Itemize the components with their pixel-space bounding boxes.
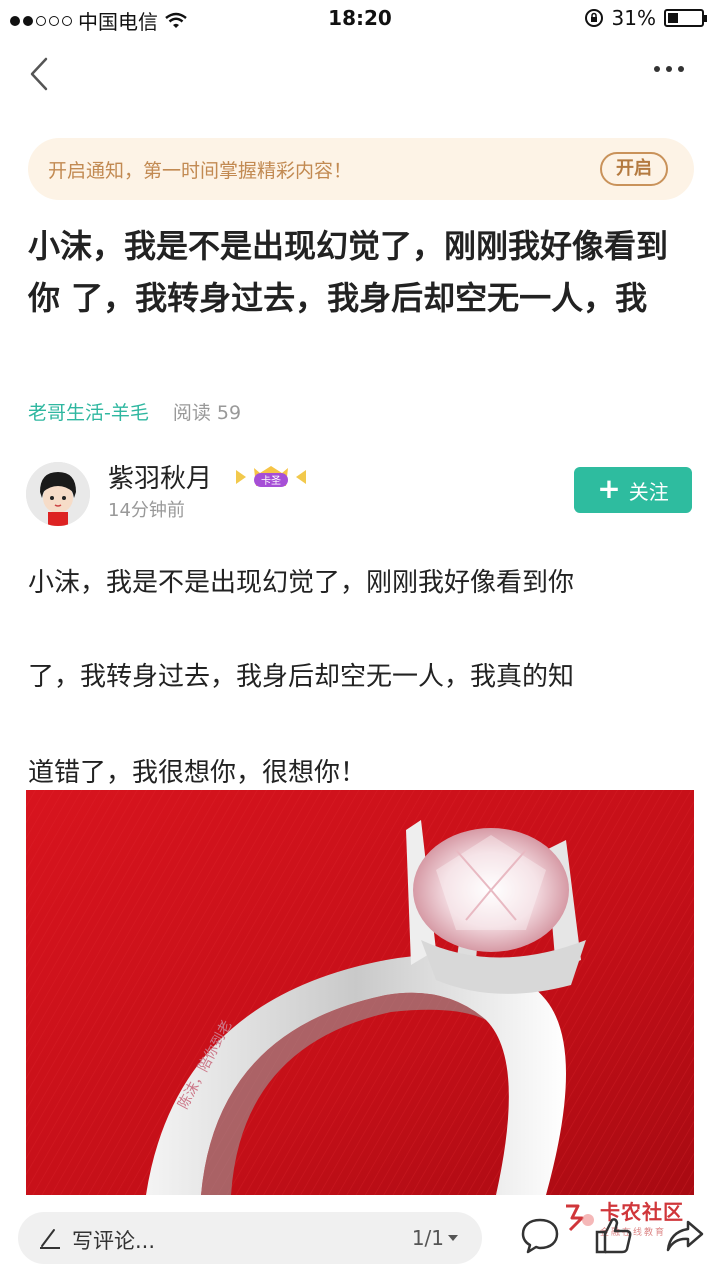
author-name[interactable]: 紫羽秋月 bbox=[108, 458, 212, 495]
comment-placeholder: 写评论... bbox=[72, 1229, 156, 1253]
crown-badge-icon: 卡圣 bbox=[236, 466, 306, 487]
pen-icon bbox=[40, 1229, 60, 1249]
notify-banner: 开启通知，第一时间掌握精彩内容！ 开启 bbox=[28, 138, 694, 200]
plus-icon: + bbox=[597, 471, 621, 505]
notify-text: 开启通知，第一时间掌握精彩内容！ bbox=[48, 160, 353, 182]
article-title: 小沫，我是不是出现幻觉了，刚刚我好像看到你 了，我转身过去，我身后却空无一人，我 bbox=[28, 227, 669, 317]
share-icon[interactable] bbox=[664, 1216, 706, 1256]
badge-label: 卡圣 bbox=[261, 474, 281, 487]
body-paragraph: 小沫，我是不是出现幻觉了，刚刚我好像看到你 bbox=[28, 568, 575, 598]
status-bar: 中国电信 18:20 31% bbox=[0, 0, 720, 36]
comment-input[interactable]: 写评论... 1/1 bbox=[18, 1212, 482, 1264]
follow-button[interactable]: + 关注 bbox=[574, 467, 692, 513]
read-count: 阅读 59 bbox=[172, 402, 242, 424]
enable-notify-button[interactable]: 开启 bbox=[600, 152, 668, 186]
battery-percent: 31% bbox=[611, 6, 656, 30]
status-right: 31% bbox=[584, 6, 707, 30]
page-selector[interactable]: 1/1 bbox=[412, 1226, 458, 1250]
avatar[interactable] bbox=[26, 462, 90, 526]
comment-icon[interactable] bbox=[520, 1216, 560, 1256]
page-indicator: 1/1 bbox=[411, 1226, 444, 1250]
post-time: 14分钟前 bbox=[108, 500, 185, 521]
lock-rotation-icon bbox=[584, 9, 603, 27]
body-paragraph: 道错了，我很想你，很想你！ bbox=[28, 758, 367, 788]
caret-down-icon bbox=[448, 1235, 458, 1241]
follow-label: 关注 bbox=[628, 479, 669, 504]
more-icon[interactable] bbox=[654, 66, 684, 72]
kanong-logo-icon bbox=[566, 1204, 594, 1232]
battery-icon bbox=[664, 9, 707, 27]
like-icon[interactable] bbox=[594, 1214, 634, 1256]
body-paragraph: 了，我转身过去，我身后却空无一人，我真的知 bbox=[28, 662, 575, 692]
category-link[interactable]: 老哥生活-羊毛 bbox=[28, 398, 149, 425]
article-meta: 老哥生活-羊毛 阅读 59 bbox=[28, 398, 241, 425]
back-icon[interactable] bbox=[26, 56, 56, 92]
article-image[interactable]: 陈沫，陪你到老 bbox=[26, 790, 694, 1195]
